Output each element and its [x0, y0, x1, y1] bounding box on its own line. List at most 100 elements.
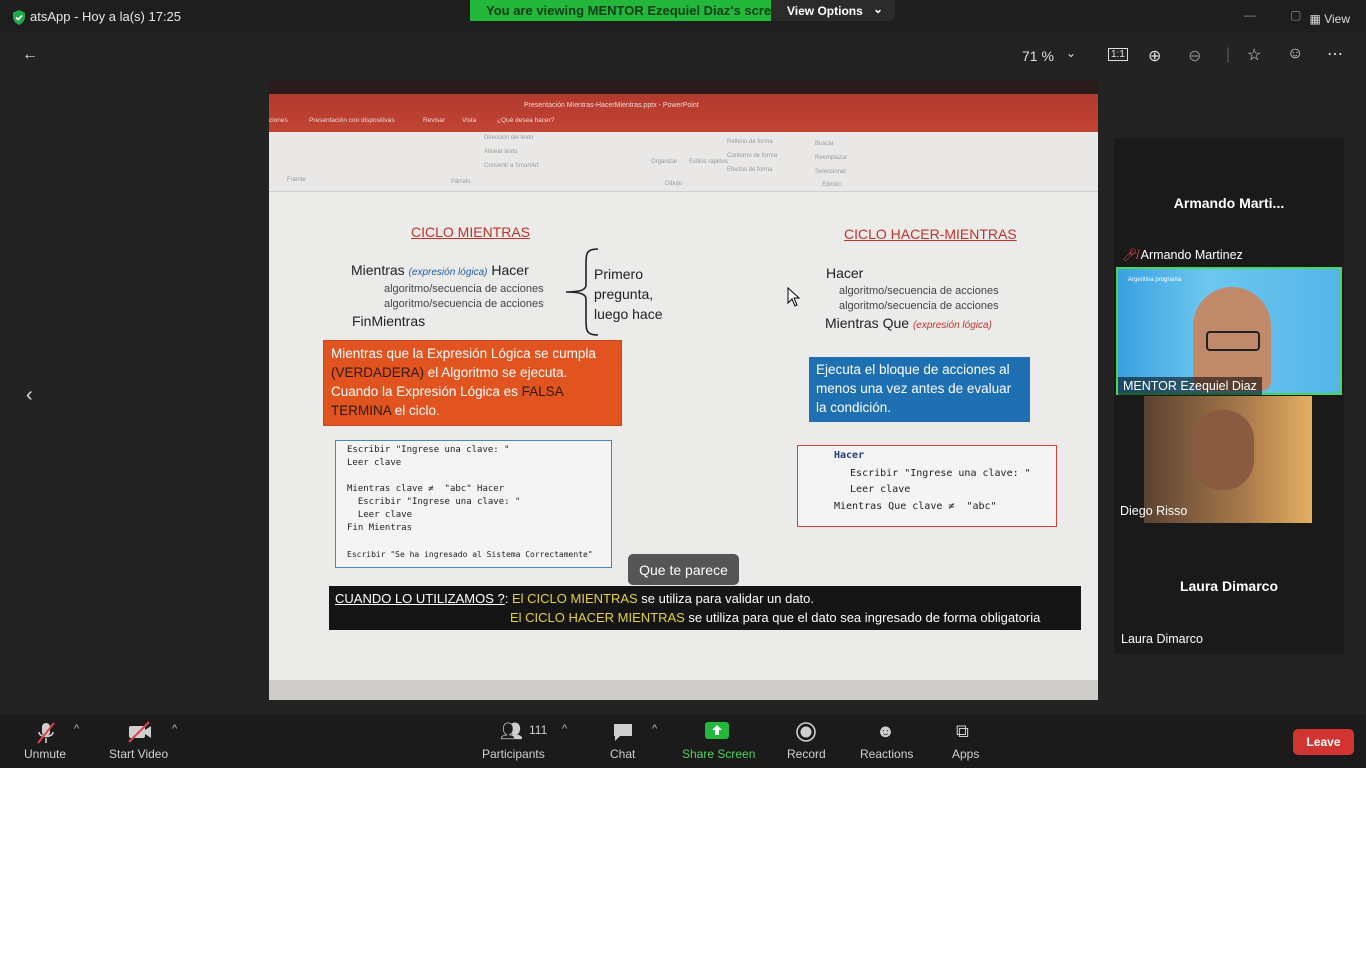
- video-options-caret-icon[interactable]: ^: [172, 723, 177, 735]
- start-video-label: Start Video: [109, 747, 169, 761]
- more-icon[interactable]: ⋯: [1327, 44, 1343, 64]
- participants-count: 111: [529, 723, 548, 737]
- summary-text: se utiliza para que el dato sea ingresad…: [684, 610, 1041, 625]
- shared-screen: Presentación Mientras-HacerMientras.pptx…: [269, 80, 1098, 700]
- glasses-shape: [1206, 331, 1260, 351]
- code-line: Mientras Que clave ≠ "abc": [834, 501, 997, 512]
- brace-text: Primero: [594, 266, 644, 282]
- ribbon-item: Efectos de forma: [727, 167, 773, 173]
- star-icon[interactable]: ☆: [1247, 45, 1261, 65]
- chat-label: Chat: [610, 747, 636, 761]
- orange-line: (VERDADERA) el Algoritmo se ejecuta.: [331, 365, 567, 380]
- participant-tile-diego[interactable]: Diego Risso: [1114, 396, 1344, 523]
- left-slide-title: CICLO MIENTRAS: [411, 224, 531, 240]
- hacer-mientras-code-example: Hacer Escribir "Ingrese una clave: " Lee…: [797, 445, 1057, 527]
- toolbar-divider: |: [1226, 46, 1231, 63]
- code-line: Mientras clave ≠ "abc" Hacer: [347, 484, 505, 494]
- minimize-icon[interactable]: —: [1244, 8, 1256, 22]
- summary-text: se utiliza para validar un dato.: [637, 591, 814, 606]
- ribbon-group-label: Párrafo: [451, 179, 471, 185]
- brace-text: luego hace: [594, 306, 663, 322]
- ribbon-item: Seleccionar: [815, 169, 847, 175]
- actual-size-icon[interactable]: 1:1: [1108, 48, 1128, 61]
- participant-tile-armando[interactable]: Armando Marti... 🎤︎̸ Armando Martinez: [1114, 138, 1344, 266]
- video-off-icon: [128, 721, 151, 743]
- code-line: Leer clave: [838, 484, 911, 495]
- participants-icon: 👥︎: [500, 721, 523, 741]
- back-arrow-icon[interactable]: ←: [22, 46, 38, 64]
- orange-line-text: el ciclo.: [391, 403, 440, 418]
- ppt-menu-item: Presentación con dispositivas: [309, 117, 395, 124]
- termina-word: TERMINA: [331, 403, 392, 418]
- ppt-menu-item: ¿Qué desea hacer?: [497, 117, 555, 124]
- hacer-heading: Hacer: [826, 265, 864, 281]
- smiley-icon[interactable]: ☺: [1287, 45, 1303, 63]
- view-menu[interactable]: ▦ View: [1310, 12, 1350, 26]
- participant-tile-laura[interactable]: Laura Dimarco Laura Dimarco: [1114, 524, 1344, 654]
- code-line: Hacer: [834, 450, 865, 461]
- chat-caret-icon[interactable]: ^: [652, 723, 657, 735]
- ribbon-item: Organizar: [651, 159, 678, 165]
- blue-line: Ejecuta el bloque de acciones al: [816, 362, 1010, 377]
- slide: CICLO MIENTRAS CICLO HACER-MIENTRAS Mien…: [269, 192, 1098, 682]
- leave-button[interactable]: Leave: [1293, 729, 1354, 755]
- mientras-word: Mientras: [351, 262, 405, 278]
- reactions-label: Reactions: [860, 747, 914, 761]
- participant-label: Diego Risso: [1120, 504, 1188, 518]
- restore-icon[interactable]: ▢: [1290, 8, 1301, 22]
- ribbon-item: Alinear texto: [484, 149, 518, 155]
- zoom-window: atsApp - Hoy a la(s) 17:25 You are viewi…: [0, 0, 1366, 768]
- title-bar: atsApp - Hoy a la(s) 17:25 You are viewi…: [0, 0, 1366, 32]
- participant-label-text: Armando Martinez: [1140, 248, 1243, 262]
- share-screen-icon: [705, 722, 729, 739]
- chevron-down-icon[interactable]: ⌄: [1066, 46, 1076, 60]
- blue-line: la condición.: [816, 400, 892, 415]
- ppt-window-title: Presentación Mientras-HacerMientras.pptx…: [524, 102, 699, 109]
- ribbon-item: Convertir a SmartArt: [484, 163, 539, 169]
- participant-name: Laura Dimarco: [1179, 578, 1279, 594]
- algorithm-line: algoritmo/secuencia de acciones: [839, 285, 999, 297]
- falsa-word: FALSA: [521, 384, 564, 399]
- audio-options-caret-icon[interactable]: ^: [74, 723, 79, 735]
- hacer-word: Hacer: [491, 262, 529, 278]
- participants-caret-icon[interactable]: ^: [562, 723, 567, 735]
- ribbon-item: Dirección del texto: [484, 135, 534, 141]
- orange-line: Cuando la Expresión Lógica es FALSA: [331, 384, 564, 399]
- algorithm-line: algoritmo/secuencia de acciones: [839, 300, 999, 312]
- participant-label: MENTOR Ezequiel Diaz: [1118, 377, 1262, 395]
- code-line: Leer clave: [347, 458, 402, 468]
- code-line: Fin Mientras: [347, 523, 413, 533]
- participant-gallery: Armando Marti... 🎤︎̸ Armando Martinez Ar…: [1114, 138, 1344, 654]
- code-line: Escribir "Ingrese una clave: ": [347, 497, 521, 507]
- zoom-level[interactable]: 71 %: [1022, 48, 1054, 64]
- participants-label: Participants: [482, 747, 545, 761]
- code-line: Escribir "Ingrese una clave: ": [347, 445, 510, 455]
- mientras-que-line: Mientras Que (expresión lógica): [825, 315, 992, 331]
- right-slide-title: CICLO HACER-MIENTRAS: [844, 226, 1017, 242]
- muted-mic-icon: 🎤︎̸: [1122, 248, 1141, 262]
- grid-icon: ▦: [1309, 12, 1325, 26]
- orange-line: TERMINA el ciclo.: [331, 403, 440, 418]
- viewer-toolbar: ← 71 % ⌄ 1:1 ⊕ ⊖ | ☆ ☺ ⋯: [0, 32, 1366, 80]
- ribbon-group-label: Dibujo: [665, 181, 683, 187]
- chevron-down-icon: ⌄: [872, 2, 883, 16]
- video-person: [1192, 410, 1254, 490]
- ribbon-item: Buscar: [815, 141, 834, 147]
- verdadera-word: (VERDADERA): [331, 365, 425, 380]
- meeting-controls: Unmute ^ Start Video ^ 👥︎ 111 Participan…: [0, 715, 1366, 768]
- orange-line-text: Cuando la Expresión Lógica es: [331, 384, 522, 399]
- chat-icon: [614, 724, 632, 741]
- participant-name: Armando Marti...: [1173, 195, 1285, 211]
- ribbon-item: Reemplazar: [815, 155, 848, 161]
- view-menu-label: View: [1324, 12, 1350, 26]
- algorithm-line: algoritmo/secuencia de acciones: [384, 283, 544, 295]
- zoom-out-icon[interactable]: ⊖: [1188, 46, 1201, 66]
- summary-line-1: CUANDO LO UTILIZAMOS ?: El CICLO MIENTRA…: [335, 591, 814, 606]
- previous-page-icon[interactable]: ‹: [26, 384, 33, 407]
- ribbon-group-label: Fuente: [287, 177, 306, 183]
- participant-tile-mentor[interactable]: Argentina programa MENTOR Ezequiel Diaz: [1116, 267, 1342, 395]
- orange-line-text: el Algoritmo se ejecuta.: [424, 365, 568, 380]
- screen-bottom-edge: [269, 680, 1098, 700]
- zoom-in-icon[interactable]: ⊕: [1148, 46, 1161, 66]
- view-options-button[interactable]: View Options ⌄: [771, 0, 895, 21]
